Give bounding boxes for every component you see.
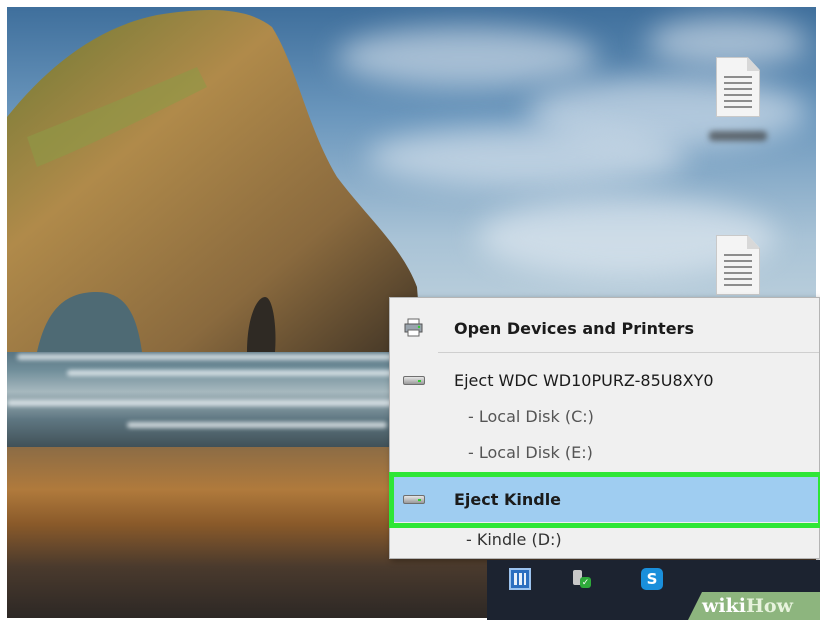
watermark-wiki: wiki [702, 595, 746, 617]
menu-item-label: - Local Disk (C:) [468, 406, 594, 426]
document-icon [716, 235, 760, 295]
menu-item-label: - Kindle (D:) [466, 529, 562, 549]
watermark-how: How [745, 595, 793, 617]
menu-item-label: Open Devices and Printers [454, 318, 694, 338]
menu-subitem-local-disk-e: - Local Disk (E:) [390, 434, 819, 470]
menu-item-eject-wdc[interactable]: Eject WDC WD10PURZ-85U8XY0 [390, 362, 819, 398]
wikihow-watermark: wikiHow [688, 592, 820, 620]
printer-icon [402, 318, 426, 338]
callout-highlight-box [389, 472, 820, 528]
menu-subitem-local-disk-c: - Local Disk (C:) [390, 398, 819, 434]
menu-item-label: Eject WDC WD10PURZ-85U8XY0 [454, 370, 714, 390]
network-icon[interactable] [509, 568, 531, 590]
document-icon [716, 57, 760, 117]
menu-separator [438, 352, 819, 353]
menu-subitem-kindle-d: - Kindle (D:) [390, 524, 819, 554]
usb-safe-remove-icon[interactable]: ✓ [571, 568, 593, 590]
drive-icon [402, 370, 426, 390]
skype-icon[interactable]: S [641, 568, 663, 590]
menu-item-open-devices-and-printers[interactable]: Open Devices and Printers [390, 310, 819, 346]
rock-arch [7, 10, 422, 352]
wave [127, 422, 387, 428]
menu-item-label: - Local Disk (E:) [468, 442, 593, 462]
blurred-file-label [709, 131, 767, 141]
wave [7, 400, 407, 406]
desktop-file-icon[interactable] [709, 57, 767, 141]
desktop-file-icon[interactable] [709, 235, 767, 295]
